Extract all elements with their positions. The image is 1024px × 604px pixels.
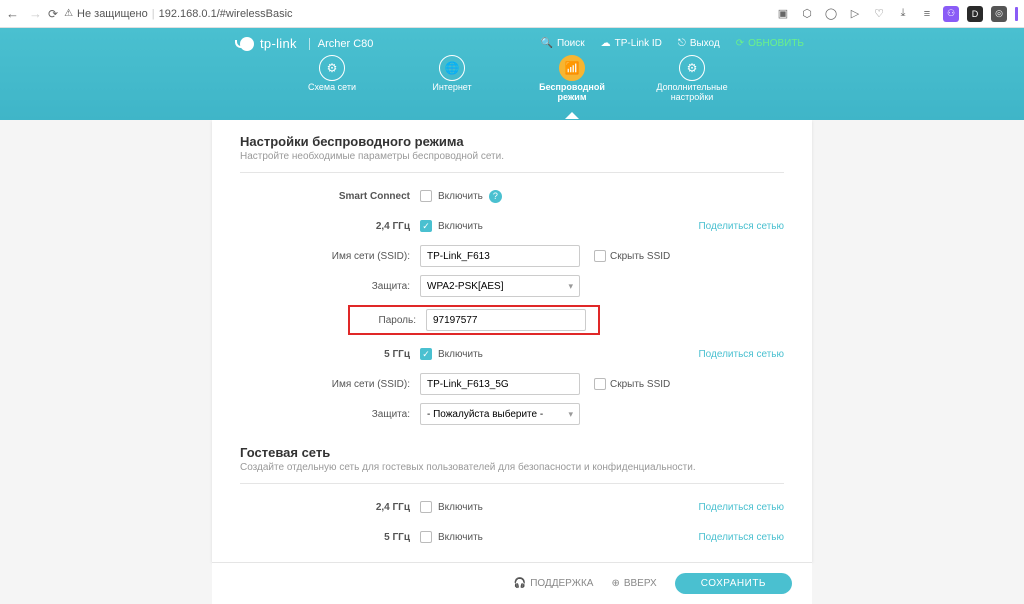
row-ssid-24: Имя сети (SSID): Скрыть SSID bbox=[240, 245, 784, 267]
guest-desc: Создайте отдельную сеть для гостевых пол… bbox=[240, 462, 784, 484]
tplink-logo-icon bbox=[240, 37, 254, 51]
model-text: Archer C80 bbox=[309, 38, 374, 50]
ext-icon-4[interactable]: ▷ bbox=[847, 6, 863, 22]
sliders-icon: ⚙ bbox=[679, 55, 705, 81]
security-label: Защита: bbox=[240, 281, 420, 292]
address-bar[interactable]: ⚠ Не защищено | 192.168.0.1/#wirelessBas… bbox=[64, 8, 292, 20]
ssid5-label: Имя сети (SSID): bbox=[240, 379, 420, 390]
guest-24-checkbox[interactable] bbox=[420, 501, 432, 513]
ext-divider bbox=[1015, 7, 1018, 21]
up-arrow-icon: ⊕ bbox=[611, 578, 619, 589]
headset-icon: 🎧 bbox=[514, 578, 526, 589]
guest-24-label: 2,4 ГГц bbox=[240, 502, 420, 513]
guest-title: Гостевая сеть bbox=[240, 445, 784, 460]
row-ssid-5: Имя сети (SSID): Скрыть SSID bbox=[240, 373, 784, 395]
share-5ghz-link[interactable]: Поделиться сетью bbox=[698, 349, 784, 360]
guest-5-share[interactable]: Поделиться сетью bbox=[698, 532, 784, 543]
enable-5ghz-checkbox[interactable]: ✓ bbox=[420, 348, 432, 360]
router-header: tp-link Archer C80 🔍 Поиск ☁ TP-Link ID … bbox=[0, 28, 1024, 120]
password-input-24[interactable] bbox=[426, 309, 586, 331]
tab-internet[interactable]: 🌐 Интернет bbox=[412, 55, 492, 103]
ext-icon-6[interactable]: ⤓ bbox=[895, 6, 911, 22]
tplink-id-link[interactable]: ☁ TP-Link ID bbox=[601, 38, 662, 49]
security5-label: Защита: bbox=[240, 409, 420, 420]
share-24ghz-link[interactable]: Поделиться сетью bbox=[698, 221, 784, 232]
ssid-label: Имя сети (SSID): bbox=[240, 251, 420, 262]
secure-label: Не защищено bbox=[77, 8, 148, 20]
row-security-5: Защита: - Пожалуйста выберите - ▾ bbox=[240, 403, 784, 425]
wireless-desc: Настройте необходимые параметры беспрово… bbox=[240, 151, 784, 173]
ssid-input-24[interactable] bbox=[420, 245, 580, 267]
wifi-icon: 📶 bbox=[559, 55, 585, 81]
hide-ssid-24-checkbox[interactable] bbox=[594, 250, 606, 262]
save-button[interactable]: СОХРАНИТЬ bbox=[675, 573, 792, 594]
security-select-24[interactable]: WPA2-PSK[AES] ▾ bbox=[420, 275, 580, 297]
row-5ghz: 5 ГГц ✓ Включить Поделиться сетью bbox=[240, 343, 784, 365]
tab-wireless[interactable]: 📶 Беспроводной режим bbox=[532, 55, 612, 103]
refresh-link[interactable]: ⟳ ОБНОВИТЬ bbox=[736, 38, 804, 49]
footer-bar: 🎧 ПОДДЕРЖКА ⊕ ВВЕРХ СОХРАНИТЬ bbox=[212, 562, 812, 604]
row-24ghz: 2,4 ГГц ✓ Включить Поделиться сетью bbox=[240, 215, 784, 237]
exit-icon: ⎋ bbox=[678, 38, 686, 49]
reload-button[interactable]: ⟳ bbox=[48, 7, 58, 21]
smart-connect-label: Smart Connect bbox=[240, 191, 420, 202]
row-guest-24: 2,4 ГГц Включить Поделиться сетью bbox=[240, 496, 784, 518]
ext-icon-5[interactable]: ♡ bbox=[871, 6, 887, 22]
hide-ssid-5-checkbox[interactable] bbox=[594, 378, 606, 390]
settings-card: Настройки беспроводного режима Настройте… bbox=[212, 120, 812, 562]
smart-connect-checkbox[interactable] bbox=[420, 190, 432, 202]
password-label: Пароль: bbox=[354, 315, 416, 326]
label-24ghz: 2,4 ГГц bbox=[240, 221, 420, 232]
top-link[interactable]: ⊕ ВВЕРХ bbox=[611, 578, 656, 589]
ssid-input-5[interactable] bbox=[420, 373, 580, 395]
chevron-down-icon: ▾ bbox=[568, 281, 573, 292]
logout-link[interactable]: ⎋ Выход bbox=[678, 38, 720, 49]
search-link[interactable]: 🔍 Поиск bbox=[540, 38, 584, 49]
browser-toolbar: ← → ⟳ ⚠ Не защищено | 192.168.0.1/#wirel… bbox=[0, 0, 1024, 28]
tab-advanced[interactable]: ⚙ Дополнительные настройки bbox=[652, 55, 732, 103]
help-icon[interactable]: ? bbox=[489, 190, 502, 203]
logo[interactable]: tp-link Archer C80 bbox=[240, 36, 373, 51]
ext-icon-d1[interactable]: D bbox=[967, 6, 983, 22]
extension-icons: ▣ ⬡ ◯ ▷ ♡ ⤓ ≡ ⚇ D ◎ bbox=[775, 6, 1018, 22]
back-button[interactable]: ← bbox=[6, 6, 19, 21]
refresh-icon: ⟳ bbox=[736, 38, 744, 49]
ext-icon-1[interactable]: ▣ bbox=[775, 6, 791, 22]
ext-icon-d2[interactable]: ◎ bbox=[991, 6, 1007, 22]
label-5ghz: 5 ГГц bbox=[240, 349, 420, 360]
insecure-icon: ⚠ bbox=[64, 8, 73, 19]
row-password-highlight: Пароль: bbox=[348, 305, 600, 335]
ext-icon-2[interactable]: ⬡ bbox=[799, 6, 815, 22]
guest-5-label: 5 ГГц bbox=[240, 532, 420, 543]
cloud-icon: ☁ bbox=[601, 38, 611, 49]
guest-24-share[interactable]: Поделиться сетью bbox=[698, 502, 784, 513]
forward-button[interactable]: → bbox=[29, 6, 42, 21]
brand-text: tp-link bbox=[260, 36, 297, 51]
ext-icon-7[interactable]: ≡ bbox=[919, 6, 935, 22]
row-guest-5: 5 ГГц Включить Поделиться сетью bbox=[240, 526, 784, 548]
support-link[interactable]: 🎧 ПОДДЕРЖКА bbox=[514, 578, 594, 589]
url-text: 192.168.0.1/#wirelessBasic bbox=[159, 8, 293, 20]
network-icon: ⚙ bbox=[319, 55, 345, 81]
chevron-down-icon: ▾ bbox=[568, 409, 573, 420]
search-icon: 🔍 bbox=[540, 38, 552, 49]
wireless-title: Настройки беспроводного режима bbox=[240, 134, 784, 149]
row-security-24: Защита: WPA2-PSK[AES] ▾ bbox=[240, 275, 784, 297]
security-select-5[interactable]: - Пожалуйста выберите - ▾ bbox=[420, 403, 580, 425]
ext-icon-3[interactable]: ◯ bbox=[823, 6, 839, 22]
globe-icon: 🌐 bbox=[439, 55, 465, 81]
row-smart-connect: Smart Connect Включить ? bbox=[240, 185, 784, 207]
enable-24ghz-checkbox[interactable]: ✓ bbox=[420, 220, 432, 232]
ext-icon-person[interactable]: ⚇ bbox=[943, 6, 959, 22]
tab-network-map[interactable]: ⚙ Схема сети bbox=[292, 55, 372, 103]
